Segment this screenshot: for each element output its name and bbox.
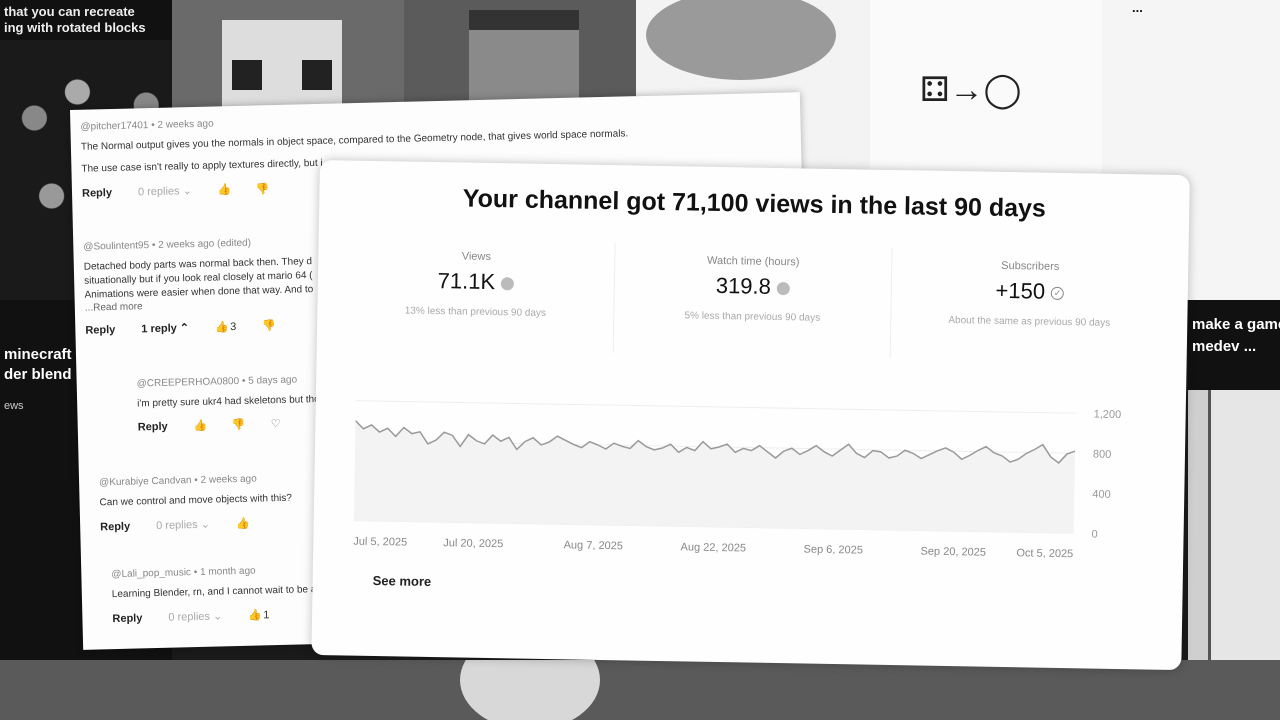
comment-text: i'm pretty sure ukr4 had skeletons but t… [137,393,320,410]
thumbs-down-icon[interactable]: 👎 [262,320,276,332]
check-circle-icon: ✓ [1050,286,1065,300]
thumbnail-caption: ... [1132,0,1143,15]
stat-note: About the same as previous 90 days [948,314,1111,329]
stat-subscribers[interactable]: Subscribers +150 ✓ About the same as prev… [891,248,1169,363]
thumbnail-meta: ews [4,400,24,412]
thumbs-up-icon[interactable]: 👍 [194,420,208,432]
stat-views[interactable]: Views 71.1K 13% less than previous 90 da… [336,238,616,354]
video-thumbnail-character[interactable] [172,0,404,110]
reply-button[interactable]: Reply [138,421,168,434]
stat-value: 71.1K [437,268,496,295]
series-area [353,420,1076,534]
stat-label: Watch time (hours) [706,254,800,269]
comment-time: 2 weeks ago (edited) [158,237,252,251]
comment-text: Can we control and move objects with thi… [99,492,293,509]
thumbs-up-icon[interactable]: 👍 [215,321,229,333]
thumbnail-caption: that you can recreate ing with rotated b… [4,4,146,35]
comment-time: 5 days ago [248,374,298,387]
comment-text: Learning Blender, rn, and I cannot wait … [111,583,323,601]
info-icon[interactable] [501,276,515,291]
chart-gridline [355,400,1076,414]
like-count[interactable]: 👍 3 [215,321,236,334]
comment: @Kurabiye Candvan • 2 weeks ago Can we c… [99,472,340,534]
comment: @Lali_pop_music • 1 month ago Learning B… [111,564,332,625]
y-tick-label: 1,200 [1094,409,1122,421]
info-icon[interactable] [776,281,790,295]
views-line-chart[interactable]: 0 400 800 1,200 Jul 5, 2025 Jul 20, 2025 Aug 7… [353,391,1156,585]
x-tick-label: Aug 7, 2025 [564,539,624,552]
comment-reply: @CREEPERHOA0800 • 5 days ago i'm pretty … [137,374,328,434]
reply-button[interactable]: Reply [85,323,115,336]
comment-author[interactable]: @pitcher17401 [80,120,148,133]
video-thumbnail-game[interactable]: make a game medev ... [1188,300,1280,390]
thumbnail-image [469,10,579,110]
replies-toggle[interactable]: 1 reply ⌃ [141,321,189,335]
replies-toggle[interactable]: 0 replies ⌄ [168,609,222,623]
comment: @Soulintent95 • 2 weeks ago (edited) Det… [83,236,325,337]
thumbnail-image [646,0,836,80]
thumbs-down-icon[interactable]: 👎 [232,419,246,431]
thumbnail-caption: minecraft der blend [4,346,72,383]
channel-summary-card: Your channel got 71,100 views in the las… [311,160,1190,671]
thumbnail-image [222,20,342,110]
stat-watch-time[interactable]: Watch time (hours) 319.8 5% less than pr… [613,243,893,358]
y-tick-label: 800 [1093,449,1112,461]
y-tick-label: 0 [1091,529,1097,541]
heart-icon[interactable]: ♡ [270,418,282,430]
thumbnail-caption: make a game medev ... [1192,316,1280,355]
stat-value: +150 [995,277,1046,304]
thumbs-down-icon[interactable]: 👎 [256,183,270,195]
thumbs-up-icon[interactable]: 👍 [218,184,232,196]
x-tick-label: Aug 22, 2025 [680,541,746,554]
video-thumbnails-bottom-row[interactable] [0,660,1280,720]
card-title: Your channel got 71,100 views in the las… [462,184,1047,223]
replies-toggle[interactable]: 0 replies ⌄ [138,184,192,198]
video-thumbnail-steve[interactable] [404,0,636,110]
see-more-button[interactable]: See more [373,573,432,589]
video-thumbnail-sketch[interactable]: ⚃→◯ [870,0,1102,180]
comment-author[interactable]: @Kurabiye Candvan [99,475,192,488]
comment-time: 2 weeks ago [157,118,214,131]
stats-row: Views 71.1K 13% less than previous 90 da… [336,238,1169,363]
comment-author[interactable]: @Soulintent95 [83,240,149,253]
comment-author[interactable]: @CREEPERHOA0800 [137,376,240,389]
stat-label: Subscribers [1001,259,1060,273]
thumbs-up-icon[interactable]: 👍 [236,517,250,529]
x-tick-label: Sep 6, 2025 [803,544,863,557]
like-count[interactable]: 👍 1 [248,609,269,622]
thumbs-up-icon[interactable]: 👍 [248,609,262,621]
comment-author[interactable]: @Lali_pop_music [111,567,191,580]
x-tick-label: Jul 5, 2025 [353,536,407,549]
comment-time: 1 month ago [199,565,256,578]
thumbnail-image: ⚃→◯ [920,71,1022,109]
stat-note: 5% less than previous 90 days [684,310,821,324]
replies-toggle[interactable]: 0 replies ⌄ [156,518,210,532]
x-tick-label: Sep 20, 2025 [920,546,986,559]
stat-label: Views [461,250,492,263]
y-tick-label: 400 [1092,489,1111,501]
reply-button[interactable]: Reply [82,187,112,200]
reply-button[interactable]: Reply [112,612,142,625]
reply-button[interactable]: Reply [100,520,130,533]
comment-text: The use case isn't really to apply textu… [81,157,323,175]
stat-value: 319.8 [715,272,772,299]
x-tick-label: Jul 20, 2025 [443,537,503,550]
stat-note: 13% less than previous 90 days [404,305,547,319]
thumbnail-image [460,660,600,720]
comment-time: 2 weeks ago [200,473,257,486]
x-tick-label: Oct 5, 2025 [1016,547,1073,560]
